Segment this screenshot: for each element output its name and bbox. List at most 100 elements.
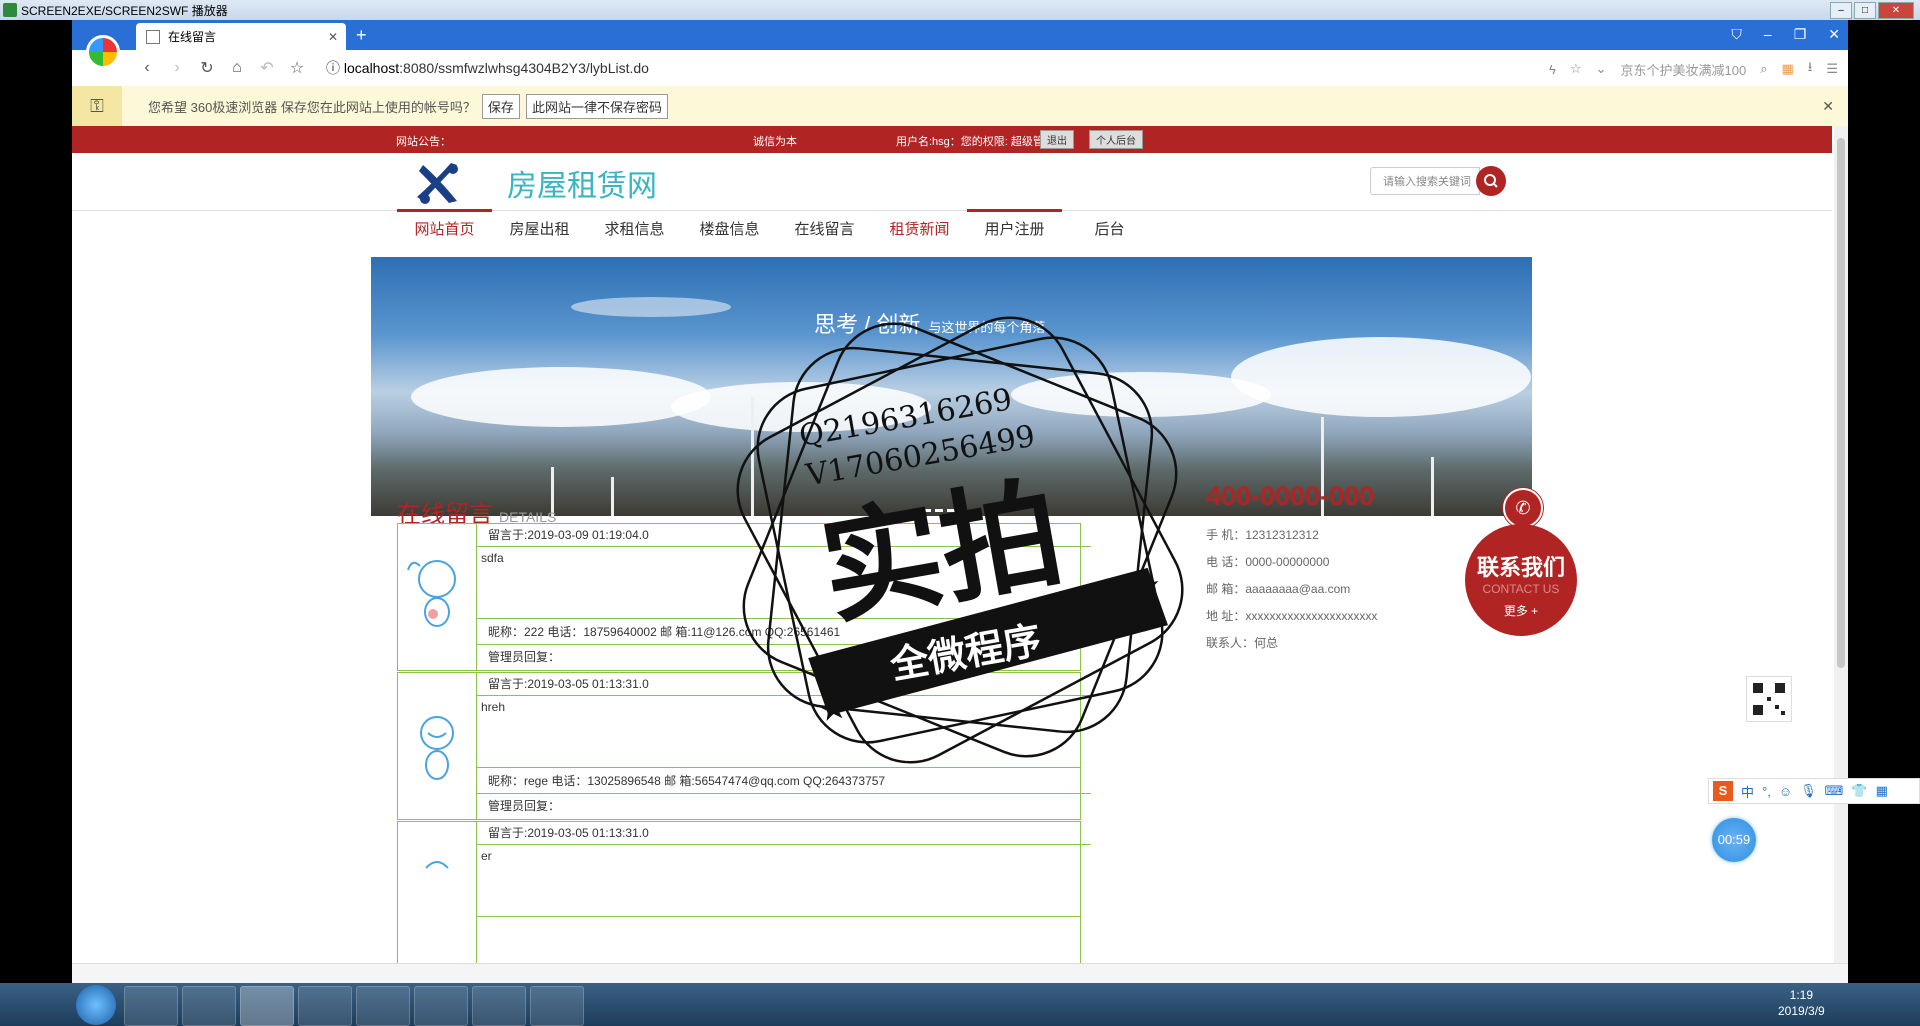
banner-subslogan: 与这世界的每个角落 bbox=[928, 320, 1046, 335]
lightning-icon[interactable]: ϟ bbox=[1549, 62, 1556, 77]
ime-punctuation-icon[interactable]: °, bbox=[1762, 784, 1771, 799]
tab-title: 在线留言 bbox=[168, 30, 217, 44]
save-password-button[interactable]: 保存 bbox=[481, 93, 520, 119]
site-search-input[interactable]: 请输入搜索关键词 bbox=[1370, 167, 1480, 195]
cartoon-avatar-icon bbox=[425, 861, 449, 869]
bookmark-star-icon[interactable]: ☆ bbox=[282, 58, 312, 78]
password-bar-close-icon[interactable]: ✕ bbox=[1822, 98, 1834, 115]
taskbar-clock[interactable]: 1:19 2019/3/9 bbox=[1778, 987, 1825, 1019]
minimize-icon[interactable]: – bbox=[1764, 26, 1772, 43]
address-bar-right: ϟ ☆ ⌄ 京东个护美妆满减100 ⌕ ▦ ⭳ ☰ bbox=[1549, 58, 1838, 80]
banner-pager bbox=[911, 509, 955, 512]
menu-register[interactable]: 用户注册 bbox=[967, 209, 1062, 250]
player-maximize-button[interactable]: □ bbox=[1854, 2, 1876, 19]
admin-reply: 管理员回复： bbox=[488, 650, 561, 664]
search-icon[interactable]: ⌕ bbox=[1760, 61, 1767, 77]
message-time: 留言于:2019-03-09 01:19:04.0 bbox=[477, 524, 1091, 547]
ime-emoji-icon[interactable]: ☺ bbox=[1779, 784, 1792, 799]
password-save-bar: ⚿ 您希望 360极速浏览器 保存您在此网站上使用的帐号吗？ 保存 此网站一律不… bbox=[72, 86, 1848, 127]
taskbar-tool-icon[interactable] bbox=[414, 986, 468, 1026]
skin-icon[interactable]: ⛉ bbox=[1731, 26, 1742, 43]
key-icon: ⚿ bbox=[72, 86, 122, 126]
vertical-scrollbar[interactable] bbox=[1834, 126, 1848, 983]
site-title: 房屋租赁网 bbox=[507, 169, 657, 204]
qr-code-icon[interactable] bbox=[1746, 676, 1792, 722]
tab-strip: 在线留言 ✕ + ⛉ – ❐ ✕ bbox=[72, 20, 1848, 50]
site-logo-icon[interactable] bbox=[417, 161, 463, 205]
menu-icon[interactable]: ☰ bbox=[1826, 61, 1838, 77]
message-entry: 留言于:2019-03-09 01:19:04.0 sdfa 昵称：222 电话… bbox=[397, 523, 1091, 671]
new-tab-icon[interactable]: + bbox=[356, 25, 367, 46]
taskbar: 1:19 2019/3/9 bbox=[0, 983, 1920, 1026]
menu-rent-out[interactable]: 房屋出租 bbox=[492, 210, 587, 250]
ime-menu-icon[interactable]: ▦ bbox=[1876, 783, 1888, 799]
url-host: localhost bbox=[343, 60, 400, 76]
menu-news[interactable]: 租赁新闻 bbox=[872, 210, 967, 250]
menu-messages[interactable]: 在线留言 bbox=[777, 210, 872, 250]
contact-us-badge[interactable]: ✆ 联系我们 CONTACT US 更多 + bbox=[1465, 488, 1577, 636]
tab-close-icon[interactable]: ✕ bbox=[328, 30, 338, 44]
banner-dot[interactable] bbox=[923, 509, 931, 512]
contact-more-link[interactable]: 更多 + bbox=[1465, 602, 1577, 619]
message-entry: 留言于:2019-03-05 01:13:31.0 er bbox=[397, 821, 1091, 983]
search-suggestion[interactable]: 京东个护美妆满减100 bbox=[1621, 60, 1747, 79]
url-field[interactable]: ⓘ localhost:8080/ssmfwzlwhsg4304B2Y3/lyb… bbox=[326, 58, 649, 78]
ime-keyboard-icon[interactable]: ⌨ bbox=[1825, 783, 1844, 799]
contact-us-title: 联系我们 bbox=[1476, 555, 1565, 580]
address-bar: ‹ › ↻ ⌂ ↶ ☆ ⓘ localhost:8080/ssmfwzlwhsg… bbox=[72, 50, 1848, 87]
home-icon[interactable]: ⌂ bbox=[222, 59, 252, 77]
start-button[interactable] bbox=[76, 985, 116, 1025]
personal-backend-button[interactable]: 个人后台 bbox=[1089, 130, 1143, 149]
message-content: sdfa bbox=[477, 547, 1080, 619]
restore-icon[interactable]: ❐ bbox=[1794, 26, 1807, 43]
ime-skin-icon[interactable]: 👕 bbox=[1851, 783, 1867, 799]
undo-close-icon[interactable]: ↶ bbox=[252, 58, 282, 78]
taskbar-app-icon[interactable] bbox=[356, 986, 410, 1026]
taskbar-ie-icon[interactable] bbox=[298, 986, 352, 1026]
dropdown-chevron-icon[interactable]: ⌄ bbox=[1596, 61, 1607, 77]
tab-active[interactable]: 在线留言 ✕ bbox=[136, 23, 346, 50]
taskbar-eclipse-icon[interactable] bbox=[530, 986, 584, 1026]
clock-time: 1:19 bbox=[1789, 988, 1814, 1002]
contact-us-en: CONTACT US bbox=[1482, 582, 1560, 596]
taskbar-explorer-icon[interactable] bbox=[124, 986, 178, 1026]
taskbar-editor-icon[interactable] bbox=[472, 986, 526, 1026]
close-icon[interactable]: ✕ bbox=[1828, 26, 1840, 43]
menu-backend[interactable]: 后台 bbox=[1062, 210, 1157, 250]
taskbar-media-icon[interactable] bbox=[182, 986, 236, 1026]
never-save-button[interactable]: 此网站一律不保存密码 bbox=[525, 93, 668, 119]
ime-language[interactable]: 中 bbox=[1741, 782, 1754, 801]
player-close-button[interactable]: ✕ bbox=[1878, 2, 1914, 19]
browser-logo-icon[interactable] bbox=[86, 35, 120, 69]
browser-window: 在线留言 ✕ + ⛉ – ❐ ✕ ‹ › ↻ ⌂ ↶ ☆ ⓘ localhost… bbox=[72, 20, 1848, 983]
forward-icon[interactable]: › bbox=[162, 59, 192, 77]
banner-dot[interactable] bbox=[911, 509, 919, 512]
contact-person: 联系人：何总 bbox=[1206, 636, 1279, 650]
browser-window-controls: ⛉ – ❐ ✕ bbox=[1731, 26, 1840, 43]
contact-email: 邮 箱：aaaaaaaa@aa.com bbox=[1206, 582, 1351, 596]
reload-icon[interactable]: ↻ bbox=[192, 58, 222, 78]
download-icon[interactable]: ⭳ bbox=[1808, 58, 1813, 80]
taskbar-browser-icon[interactable] bbox=[240, 986, 294, 1026]
apps-icon[interactable]: ▦ bbox=[1781, 61, 1793, 77]
banner-dot[interactable] bbox=[935, 509, 943, 512]
favorite-icon[interactable]: ☆ bbox=[1570, 61, 1582, 77]
menu-home[interactable]: 网站首页 bbox=[397, 209, 492, 250]
logout-button[interactable]: 退出 bbox=[1040, 130, 1074, 149]
player-title: SCREEN2EXE/SCREEN2SWF 播放器 bbox=[21, 3, 228, 18]
site-search-button[interactable] bbox=[1476, 166, 1506, 196]
contact-us-disc: 联系我们 CONTACT US 更多 + bbox=[1465, 524, 1577, 636]
avatar bbox=[398, 822, 477, 983]
ime-voice-icon[interactable]: 🎙 bbox=[1800, 783, 1817, 799]
floating-timer[interactable]: 00:59 bbox=[1712, 818, 1756, 862]
menu-seek-rent[interactable]: 求租信息 bbox=[587, 210, 682, 250]
back-icon[interactable]: ‹ bbox=[132, 59, 162, 77]
sogou-ime-icon[interactable]: S bbox=[1713, 781, 1733, 801]
security-info-icon[interactable]: ⓘ bbox=[326, 60, 344, 76]
banner-dot[interactable] bbox=[947, 509, 955, 512]
menu-property[interactable]: 楼盘信息 bbox=[682, 210, 777, 250]
scrollbar-thumb[interactable] bbox=[1837, 138, 1845, 668]
main-menu: 网站首页 房屋出租 求租信息 楼盘信息 在线留言 租赁新闻 用户注册 后台 bbox=[397, 209, 1157, 250]
site-motto: 诚信为本 bbox=[753, 136, 797, 148]
player-minimize-button[interactable]: – bbox=[1830, 2, 1852, 19]
